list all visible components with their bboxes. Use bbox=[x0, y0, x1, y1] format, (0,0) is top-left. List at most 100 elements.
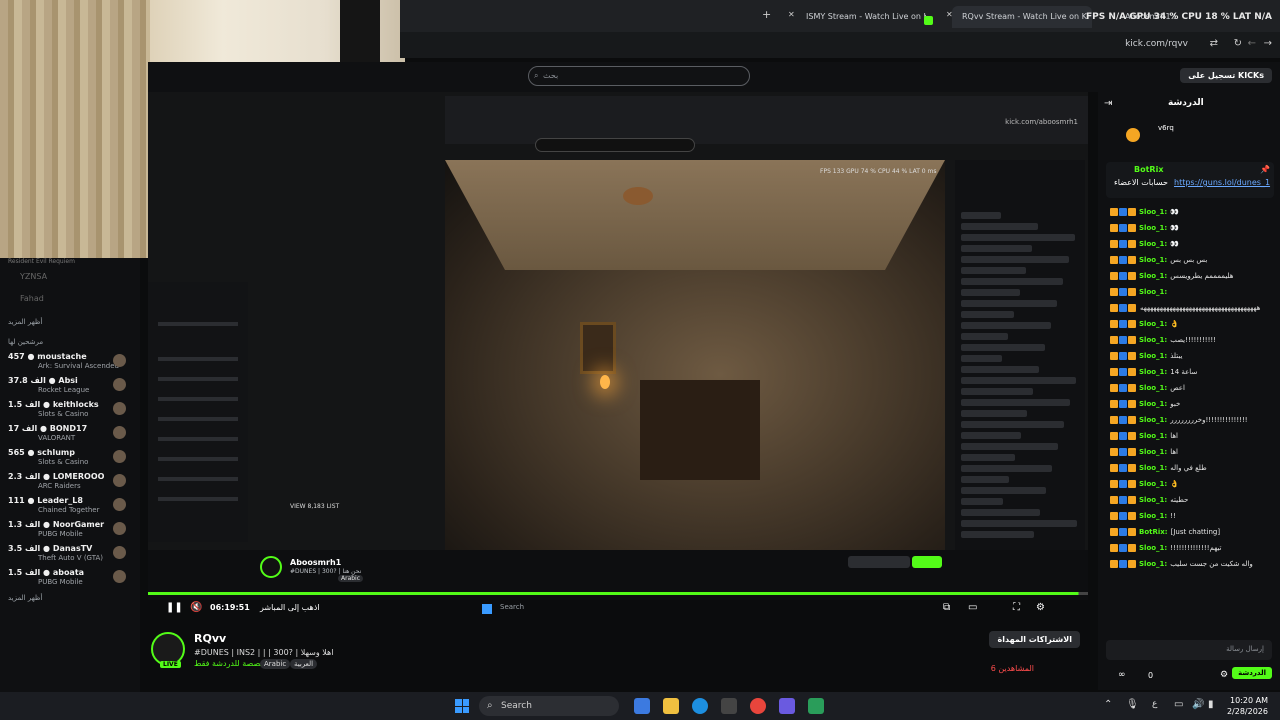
chat-message[interactable]: Sloo_1: حطيته bbox=[1110, 496, 1188, 510]
chat-username[interactable]: Sloo_1: bbox=[1139, 224, 1167, 232]
chat-username[interactable]: Sloo_1: bbox=[1139, 432, 1167, 440]
chat-message[interactable]: Sloo_1: !!!!!!!!!!!!!!تيهم bbox=[1110, 544, 1221, 558]
show-more-link[interactable]: أظهر المزيد bbox=[8, 318, 42, 326]
stream-category[interactable]: محصصة للدردشة فقط bbox=[194, 659, 270, 668]
file-explorer-icon[interactable] bbox=[663, 698, 679, 714]
chat-message[interactable]: Sloo_1: bbox=[1110, 288, 1170, 302]
volume-icon[interactable]: 🔊 bbox=[1192, 699, 1204, 710]
tray-chevron-icon[interactable]: ⌃ bbox=[1104, 699, 1112, 710]
chat-username[interactable]: Sloo_1: bbox=[1139, 448, 1167, 456]
store-icon[interactable] bbox=[721, 698, 737, 714]
mic-icon[interactable]: 🎙 bbox=[1126, 699, 1139, 710]
tab-rqvv[interactable]: RQvv Stream - Watch Live on K bbox=[952, 6, 1092, 28]
chat-message[interactable]: BotRix: [Just chatting] bbox=[1110, 528, 1220, 542]
forward-icon[interactable]: → bbox=[1264, 38, 1272, 49]
pinned-link[interactable]: https://guns.lol/dunes_1 bbox=[1174, 178, 1270, 187]
chat-message[interactable]: Sloo_1: 👀 bbox=[1110, 208, 1179, 222]
chat-username[interactable]: Sloo_1: bbox=[1139, 512, 1167, 520]
settings-icon[interactable]: ⚙ bbox=[1036, 602, 1045, 613]
sidebar-item-absi[interactable]: 37.8 الف ● Absi Rocket League bbox=[8, 376, 132, 398]
chat-message[interactable]: Sloo_1: خبو bbox=[1110, 400, 1180, 414]
tab-ismy[interactable]: ISMY Stream - Watch Live on K bbox=[796, 6, 926, 28]
stream-tag[interactable]: Arabic bbox=[260, 659, 291, 669]
login-button[interactable]: تسجيل على KICKs bbox=[1180, 68, 1272, 83]
chat-message[interactable]: Sloo_1: اها bbox=[1110, 432, 1178, 446]
chat-username[interactable]: Sloo_1: bbox=[1139, 544, 1167, 552]
chat-settings-icon[interactable]: ⚙ bbox=[1220, 670, 1228, 680]
search-input[interactable]: ⌕ بحث bbox=[528, 66, 750, 86]
chat-username[interactable]: Sloo_1: bbox=[1139, 480, 1167, 488]
gifted-subs-button[interactable]: الاشتراكات المهداة bbox=[989, 631, 1080, 648]
chat-send-button[interactable]: الدردشة bbox=[1232, 667, 1272, 679]
chat-username[interactable]: Sloo_1: bbox=[1139, 240, 1167, 248]
sidebar-item-aboata[interactable]: 1.5 الف ● aboata PUBG Mobile bbox=[8, 568, 132, 590]
chat-username[interactable]: BotRix: bbox=[1139, 528, 1168, 536]
chat-username[interactable]: Sloo_1: bbox=[1139, 256, 1167, 264]
emote-icon[interactable]: ∞ bbox=[1118, 670, 1126, 680]
chat-username[interactable]: Sloo_1: bbox=[1139, 560, 1167, 568]
sidebar-item-danastv[interactable]: 3.5 الف ● DanasTV Theft Auto V (GTA) bbox=[8, 544, 132, 566]
pinned-message[interactable]: BotRix حسابات الاعضاء https://guns.lol/d… bbox=[1106, 162, 1274, 198]
chat-message[interactable]: Sloo_1: وخرررررررر!!!!!!!!!!!!!!! bbox=[1110, 416, 1248, 430]
chat-message[interactable]: Sloo_1: بس بس بس bbox=[1110, 256, 1207, 270]
reload-icon[interactable]: ↻ bbox=[1234, 38, 1242, 49]
go-live-button[interactable]: اذهب إلى المباشر bbox=[260, 603, 320, 612]
chat-message[interactable]: Sloo_1: يبتلذ bbox=[1110, 352, 1182, 366]
chat-username[interactable]: Sloo_1: bbox=[1139, 272, 1167, 280]
new-tab-icon[interactable]: + bbox=[762, 8, 771, 21]
language-indicator[interactable]: ع bbox=[1152, 699, 1157, 709]
sidebar-item-keithlocks[interactable]: 1.5 الف ● keithlocks Slots & Casino bbox=[8, 400, 132, 422]
chat-username[interactable]: Sloo_1: bbox=[1139, 368, 1167, 376]
sidebar-item-noorgamer[interactable]: 1.3 الف ● NoorGamer PUBG Mobile bbox=[8, 520, 132, 542]
hidden-user[interactable]: YZNSA bbox=[20, 272, 47, 281]
chat-username[interactable]: Sloo_1: bbox=[1139, 416, 1167, 424]
chat-username[interactable]: Sloo_1: bbox=[1139, 496, 1167, 504]
taskbar-search[interactable]: ⌕ Search bbox=[479, 696, 619, 716]
video-progress-bar[interactable] bbox=[148, 592, 1088, 595]
share-icon[interactable]: ⇄ bbox=[1210, 38, 1218, 49]
back-icon[interactable]: ← bbox=[1248, 38, 1256, 49]
battery-icon[interactable]: ▮ bbox=[1208, 699, 1214, 710]
chat-username[interactable]: Sloo_1: bbox=[1139, 336, 1167, 344]
chat-username[interactable]: Sloo_1: bbox=[1139, 400, 1167, 408]
fullscreen-icon[interactable]: ⛶ bbox=[1013, 602, 1020, 613]
close-tab-icon[interactable]: ✕ bbox=[788, 10, 795, 19]
streamer-name[interactable]: RQvv bbox=[194, 632, 226, 645]
chat-username[interactable]: Sloo_1: bbox=[1139, 464, 1167, 472]
theater-icon[interactable]: ▭ bbox=[968, 602, 977, 613]
stream-tag[interactable]: العربية bbox=[290, 659, 318, 669]
chat-message[interactable]: Sloo_1: يصب!!!!!!!!!!! bbox=[1110, 336, 1216, 350]
chat-message[interactable]: Sloo_1: 👀 bbox=[1110, 240, 1179, 254]
chat-username[interactable]: Sloo_1: bbox=[1139, 208, 1167, 216]
chat-message[interactable]: Sloo_1: 👀 bbox=[1110, 224, 1179, 238]
chat-message[interactable]: Sloo_1: ساعة 14 bbox=[1110, 368, 1197, 382]
chat-message[interactable]: Sloo_1: اعص bbox=[1110, 384, 1185, 398]
sidebar-item-moustache[interactable]: 457 ● moustache Ark: Survival Ascended bbox=[8, 352, 132, 374]
chat-message[interactable]: Sloo_1: طلع في واله bbox=[1110, 464, 1207, 478]
sidebar-item-leader_l8[interactable]: 111 ● Leader_L8 Chained Together bbox=[8, 496, 132, 518]
chat-username[interactable]: Sloo_1: bbox=[1139, 320, 1167, 328]
chat-username[interactable]: Sloo_1: bbox=[1139, 352, 1167, 360]
network-icon[interactable]: ▭ bbox=[1174, 699, 1183, 710]
start-icon[interactable] bbox=[455, 699, 469, 713]
chat-message[interactable]: ههههههههههههههههههههههههههههههههههههه bbox=[1110, 304, 1262, 318]
edge-icon[interactable] bbox=[692, 698, 708, 714]
hidden-user[interactable]: Fahad bbox=[20, 294, 44, 303]
mute-icon[interactable]: 🔇 bbox=[190, 602, 202, 613]
chat-message[interactable]: Sloo_1: واله شكيت من جست سليب bbox=[1110, 560, 1253, 574]
chat-message[interactable]: Sloo_1:!! bbox=[1110, 512, 1176, 526]
sidebar-item-schlump[interactable]: 565 ● schlump Slots & Casino bbox=[8, 448, 132, 470]
chat-message[interactable]: Sloo_1: اها bbox=[1110, 448, 1178, 462]
chat-message[interactable]: Sloo_1: هليممممم يطرويسس bbox=[1110, 272, 1233, 286]
app-icon[interactable] bbox=[808, 698, 824, 714]
show-more-link[interactable]: أظهر المزيد bbox=[8, 594, 42, 602]
pause-icon[interactable]: ❚❚ bbox=[166, 602, 183, 613]
chrome-icon[interactable] bbox=[750, 698, 766, 714]
chat-username[interactable]: Sloo_1: bbox=[1139, 384, 1167, 392]
collapse-chat-icon[interactable]: ⇥ bbox=[1104, 98, 1112, 109]
chat-input[interactable]: إرسال رسالة bbox=[1106, 640, 1272, 660]
taskbar-clock[interactable]: 10:20 AM 2/28/2026 bbox=[1227, 695, 1268, 717]
pip-icon[interactable]: ⧉ bbox=[943, 602, 950, 613]
chat-username[interactable]: Sloo_1: bbox=[1139, 288, 1167, 296]
chat-message[interactable]: Sloo_1: 👌 bbox=[1110, 480, 1179, 494]
